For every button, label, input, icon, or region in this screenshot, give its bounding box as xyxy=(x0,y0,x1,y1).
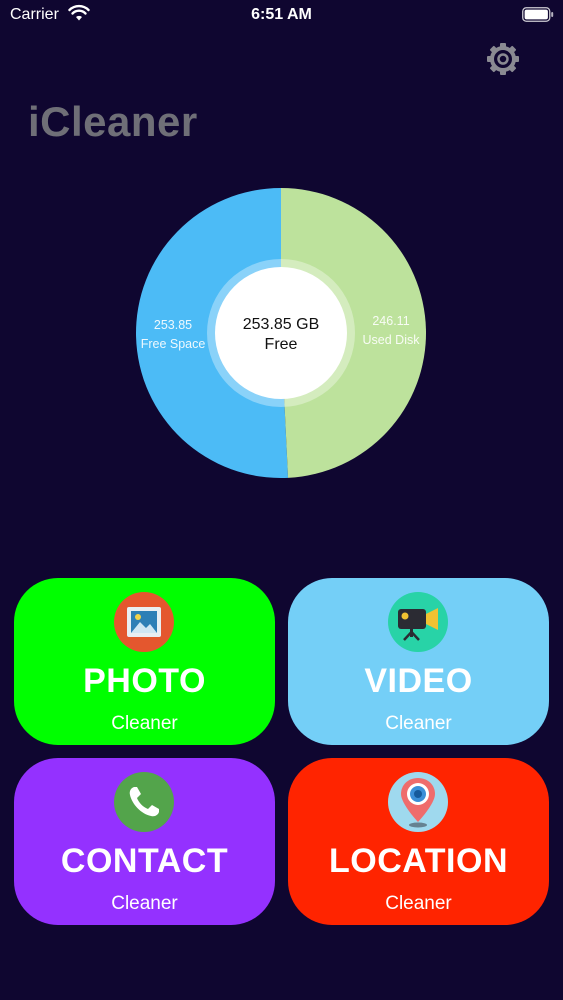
used-disk-label: 246.11 Used Disk xyxy=(356,312,426,350)
status-time: 6:51 AM xyxy=(251,6,312,23)
used-disk-caption: Used Disk xyxy=(362,333,420,347)
location-card-subtitle: Cleaner xyxy=(385,893,452,914)
video-cleaner-button[interactable]: VIDEO Cleaner xyxy=(288,578,549,745)
center-free-value: 253.85 GB xyxy=(242,316,320,333)
status-bar: Carrier 6:51 AM xyxy=(0,0,563,32)
center-free-caption: Free xyxy=(264,336,298,353)
photo-card-title: PHOTO xyxy=(83,662,206,700)
free-space-caption: Free Space xyxy=(140,337,206,351)
disk-usage-chart: 253.85 Free Space 246.11 Used Disk 253.8… xyxy=(136,188,426,478)
gear-icon xyxy=(487,43,519,75)
photo-cleaner-button[interactable]: PHOTO Cleaner xyxy=(14,578,275,745)
settings-button[interactable] xyxy=(484,40,522,78)
center-free-readout: 253.85 GB Free xyxy=(208,315,354,355)
contact-card-subtitle: Cleaner xyxy=(111,893,178,914)
home-screen: Carrier 6:51 AM iCleaner 253.85 Free Spa… xyxy=(0,0,563,1000)
used-disk-value: 246.11 xyxy=(372,314,410,328)
contact-cleaner-button[interactable]: CONTACT Cleaner xyxy=(14,758,275,925)
app-title: iCleaner xyxy=(28,98,198,145)
photo-icon xyxy=(114,592,174,652)
contact-card-title: CONTACT xyxy=(60,842,229,880)
location-pin-icon xyxy=(388,772,448,832)
video-card-title: VIDEO xyxy=(364,662,473,700)
video-camera-icon xyxy=(388,592,448,652)
location-cleaner-button[interactable]: LOCATION Cleaner xyxy=(288,758,549,925)
phone-icon xyxy=(114,772,174,832)
location-card-title: LOCATION xyxy=(328,842,508,880)
free-space-value: 253.85 xyxy=(153,318,193,332)
video-card-subtitle: Cleaner xyxy=(385,713,452,734)
photo-card-subtitle: Cleaner xyxy=(111,713,178,734)
battery-icon xyxy=(522,7,554,22)
free-space-label: 253.85 Free Space xyxy=(136,316,210,354)
